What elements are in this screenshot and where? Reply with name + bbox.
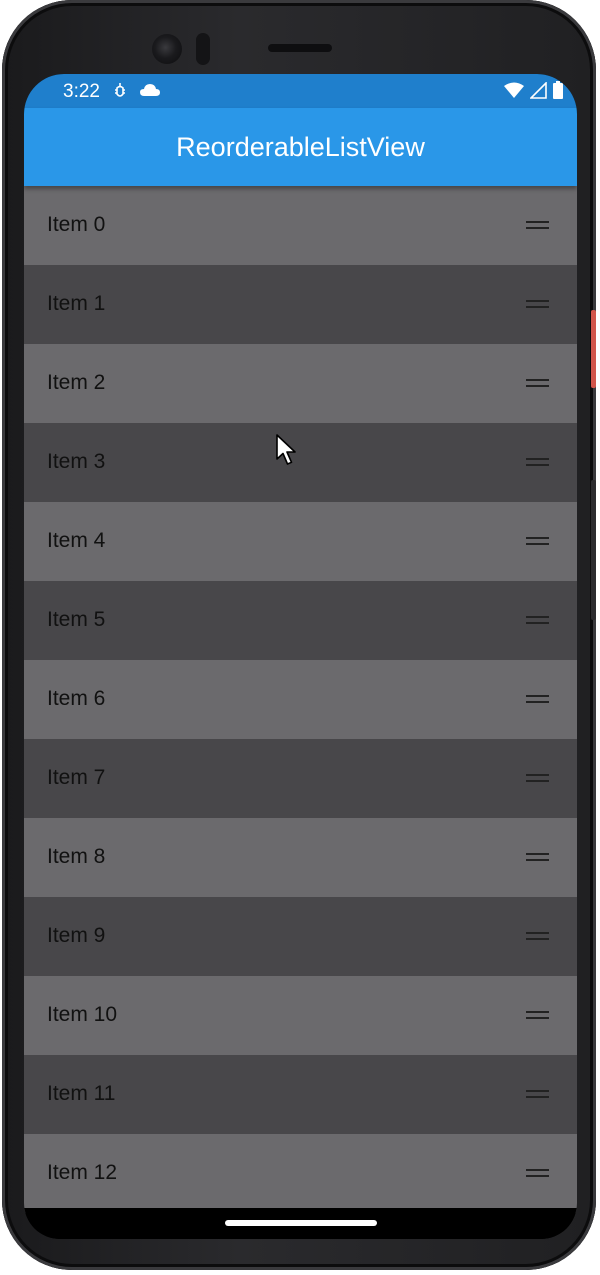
drag-handle-icon[interactable]	[526, 537, 549, 546]
list-item-label: Item 0	[47, 213, 106, 236]
drag-handle-icon[interactable]	[526, 774, 549, 783]
signal-icon	[529, 80, 547, 104]
volume-button	[591, 480, 596, 620]
list-item-label: Item 10	[47, 1003, 118, 1026]
list-item[interactable]: Item 6	[24, 660, 577, 739]
battery-icon	[553, 81, 563, 104]
drag-handle-icon[interactable]	[526, 695, 549, 704]
list-item-label: Item 4	[47, 529, 106, 552]
list-item[interactable]: Item 10	[24, 976, 577, 1055]
drag-handle-icon[interactable]	[526, 379, 549, 388]
list-item[interactable]: Item 1	[24, 265, 577, 344]
drag-handle-icon[interactable]	[526, 458, 549, 467]
earpiece-speaker	[268, 44, 332, 52]
app-bar: ReorderableListView	[24, 108, 577, 186]
drag-handle-icon[interactable]	[526, 1090, 549, 1099]
list-item-label: Item 12	[47, 1161, 118, 1184]
phone-frame: 3:22 ReorderableListView Item 0 Item 1 I…	[2, 0, 596, 1270]
proximity-sensor	[196, 33, 210, 65]
drag-handle-icon[interactable]	[526, 221, 549, 230]
list-item[interactable]: Item 0	[24, 186, 577, 265]
list-item-label: Item 2	[47, 371, 106, 394]
drag-handle-icon[interactable]	[526, 616, 549, 625]
cloud-icon	[139, 82, 161, 103]
list-item[interactable]: Item 7	[24, 739, 577, 818]
list-item-label: Item 8	[47, 845, 106, 868]
drag-handle-icon[interactable]	[526, 1011, 549, 1020]
screen: 3:22 ReorderableListView Item 0 Item 1 I…	[24, 74, 577, 1239]
reorderable-list[interactable]: Item 0 Item 1 Item 2 Item 3 Item 4 Item 5 Item…	[24, 186, 577, 1213]
list-item[interactable]: Item 8	[24, 818, 577, 897]
wifi-icon	[504, 82, 524, 104]
list-item-label: Item 1	[47, 292, 106, 315]
status-time: 3:22	[63, 81, 100, 102]
home-gesture-bar[interactable]	[225, 1220, 377, 1226]
list-item[interactable]: Item 5	[24, 581, 577, 660]
list-item-label: Item 7	[47, 766, 106, 789]
list-item[interactable]: Item 9	[24, 897, 577, 976]
list-item[interactable]: Item 11	[24, 1055, 577, 1134]
navigation-bar	[24, 1208, 577, 1239]
list-item-label: Item 9	[47, 924, 106, 947]
drag-handle-icon[interactable]	[526, 932, 549, 941]
list-item-label: Item 6	[47, 687, 106, 710]
page-title: ReorderableListView	[176, 132, 425, 162]
drag-handle-icon[interactable]	[526, 300, 549, 309]
list-item-label: Item 5	[47, 608, 106, 631]
status-bar: 3:22	[24, 74, 577, 108]
list-item[interactable]: Item 12	[24, 1134, 577, 1213]
list-item[interactable]: Item 3	[24, 423, 577, 502]
drag-handle-icon[interactable]	[526, 853, 549, 862]
front-camera	[152, 34, 182, 64]
power-button	[591, 310, 596, 388]
mouse-cursor-icon	[275, 434, 297, 471]
list-item-label: Item 3	[47, 450, 106, 473]
list-item[interactable]: Item 2	[24, 344, 577, 423]
list-item-label: Item 11	[47, 1082, 116, 1105]
list-item[interactable]: Item 4	[24, 502, 577, 581]
debug-icon	[113, 82, 127, 105]
drag-handle-icon[interactable]	[526, 1169, 549, 1178]
